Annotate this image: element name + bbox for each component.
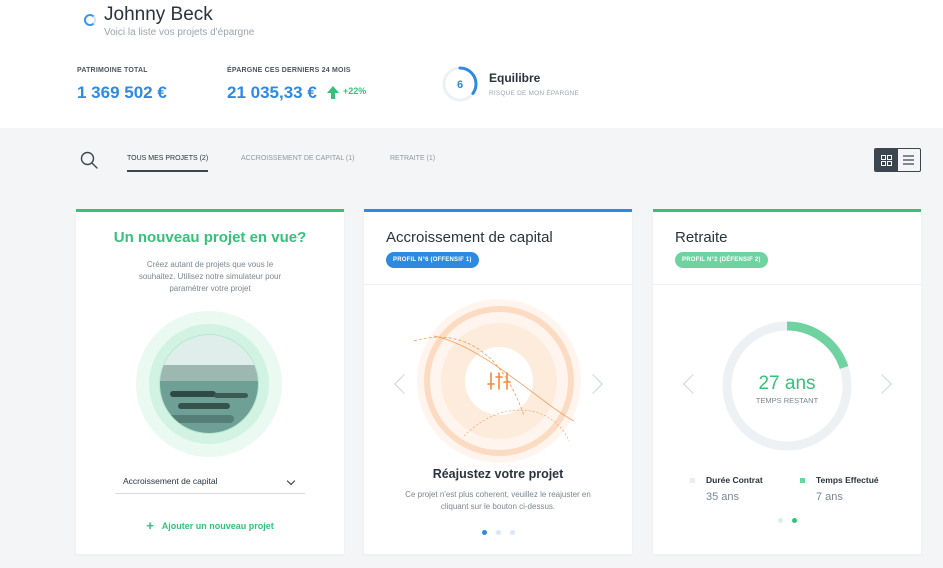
- carousel-dots: [653, 518, 921, 523]
- risk-gauge: 6: [442, 66, 478, 102]
- add-project-label: Ajouter un nouveau projet: [161, 521, 274, 531]
- risk-subtitle: RISQUE DE MON ÉPARGNE: [489, 90, 580, 97]
- carousel-dot[interactable]: [777, 518, 783, 523]
- grid-view-button[interactable]: [875, 149, 898, 171]
- legend-swatch-temps: [800, 478, 805, 483]
- project-type-select[interactable]: Accroissement de capital: [115, 470, 305, 494]
- gauge-value: 27 ans: [758, 373, 815, 394]
- readjust-illustration: [413, 299, 581, 463]
- tab-all-projects[interactable]: TOUS MES PROJETS (2): [127, 155, 209, 172]
- chevron-left-icon[interactable]: [683, 374, 703, 394]
- epargne-delta: +22%: [343, 86, 367, 96]
- add-project-link[interactable]: + Ajouter un nouveau projet: [76, 518, 344, 533]
- chevron-down-icon: [286, 476, 296, 486]
- list-view-icon: [903, 155, 915, 165]
- legend-swatch-duree: [690, 478, 695, 483]
- readjust-description: Ce projet n'est plus coherent, veuillez …: [405, 490, 591, 511]
- retraite-profile-badge: PROFIL N°2 (DÉFENSIF 2): [675, 252, 768, 268]
- card-divider: [364, 284, 632, 285]
- project-illustration: [136, 311, 282, 457]
- carousel-dot[interactable]: [509, 530, 515, 535]
- carousel-dot[interactable]: [791, 518, 797, 523]
- user-icon: [84, 14, 96, 26]
- chevron-right-icon[interactable]: [872, 374, 892, 394]
- patrimoine-value: 1 369 502 €: [77, 83, 167, 102]
- retraite-card: Retraite PROFIL N°2 (DÉFENSIF 2) 27 ans …: [653, 209, 921, 554]
- risk-title: Equilibre: [489, 71, 541, 85]
- card-divider: [653, 284, 921, 285]
- carousel-dot[interactable]: [495, 530, 501, 535]
- risk-level: 6: [457, 79, 463, 91]
- user-name: Johnny Beck: [104, 4, 213, 25]
- gauge-label: TEMPS RESTANT: [756, 396, 819, 405]
- temps-label: Temps Effectué: [816, 475, 879, 485]
- temps-value: 7 ans: [816, 491, 843, 503]
- search-icon[interactable]: [80, 151, 98, 169]
- new-project-card: Un nouveau projet en vue? Créez autant d…: [76, 209, 344, 554]
- retraite-card-title: Retraite: [675, 229, 728, 246]
- duree-value: 35 ans: [706, 491, 740, 503]
- carousel-dot[interactable]: [481, 530, 487, 535]
- tab-capital[interactable]: ACCROISSEMENT DE CAPITAL (1): [241, 155, 354, 170]
- user-subtitle: Voici la liste vos projets d'épargne: [104, 27, 255, 38]
- retraite-gauge: 27 ans TEMPS RESTANT: [722, 321, 852, 451]
- duree-label: Durée Contrat: [706, 475, 763, 485]
- header: Johnny Beck Voici la liste vos projets d…: [0, 0, 943, 128]
- patrimoine-label: PATRIMOINE TOTAL: [77, 67, 148, 74]
- new-project-description: Créez autant de projets que vous le souh…: [138, 260, 282, 293]
- list-view-button[interactable]: [898, 149, 921, 171]
- capital-card-title: Accroissement de capital: [386, 229, 553, 246]
- grid-view-icon: [880, 154, 892, 166]
- tab-retraite[interactable]: RETRAITE (1): [390, 155, 435, 170]
- readjust-title: Réajustez votre projet: [432, 467, 564, 481]
- capital-card: Accroissement de capital PROFIL N°6 (OFF…: [364, 209, 632, 554]
- arrow-up-stem: [331, 92, 335, 99]
- view-toggle: [874, 148, 921, 172]
- project-type-value: Accroissement de capital: [123, 476, 218, 486]
- epargne-value: 21 035,33 €: [227, 83, 317, 102]
- capital-profile-badge: PROFIL N°6 (OFFENSIF 1): [386, 252, 479, 268]
- carousel-dots: [364, 530, 632, 535]
- epargne-label: ÉPARGNE CES DERNIERS 24 MOIS: [227, 67, 351, 74]
- plus-icon: +: [146, 518, 154, 533]
- new-project-title: Un nouveau projet en vue?: [113, 229, 307, 246]
- sliders-icon: [487, 372, 511, 390]
